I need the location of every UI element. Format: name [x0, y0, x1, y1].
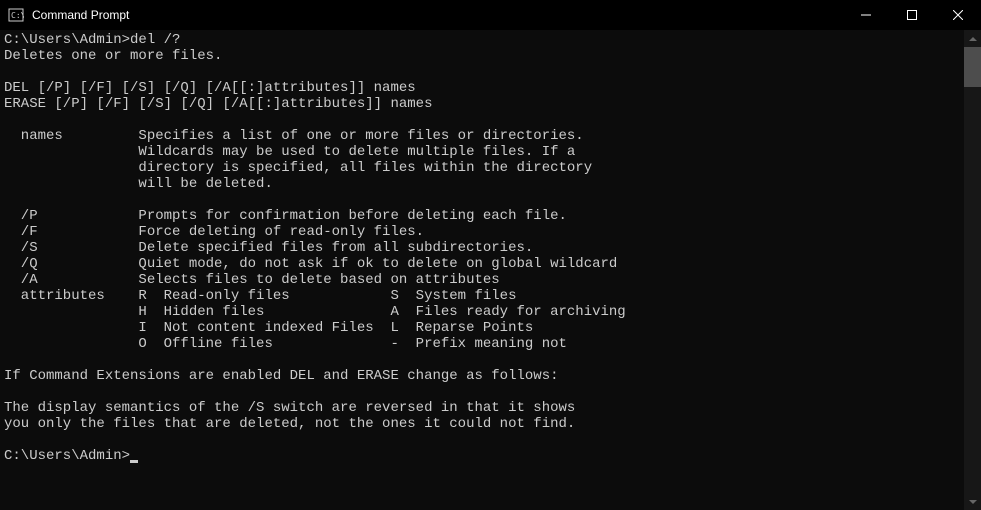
close-button[interactable]: [935, 0, 981, 30]
maximize-button[interactable]: [889, 0, 935, 30]
window-title: Command Prompt: [32, 8, 843, 22]
minimize-button[interactable]: [843, 0, 889, 30]
window-controls: [843, 0, 981, 30]
terminal-area: C:\Users\Admin>del /? Deletes one or mor…: [0, 30, 981, 510]
scroll-thumb[interactable]: [964, 47, 981, 87]
cmd-icon: C:\: [8, 7, 24, 23]
scroll-up-arrow[interactable]: [964, 30, 981, 47]
cursor: [130, 460, 138, 463]
titlebar[interactable]: C:\ Command Prompt: [0, 0, 981, 30]
scrollbar[interactable]: [964, 30, 981, 510]
scroll-down-arrow[interactable]: [964, 493, 981, 510]
svg-text:C:\: C:\: [11, 11, 24, 20]
terminal-output[interactable]: C:\Users\Admin>del /? Deletes one or mor…: [0, 30, 964, 510]
